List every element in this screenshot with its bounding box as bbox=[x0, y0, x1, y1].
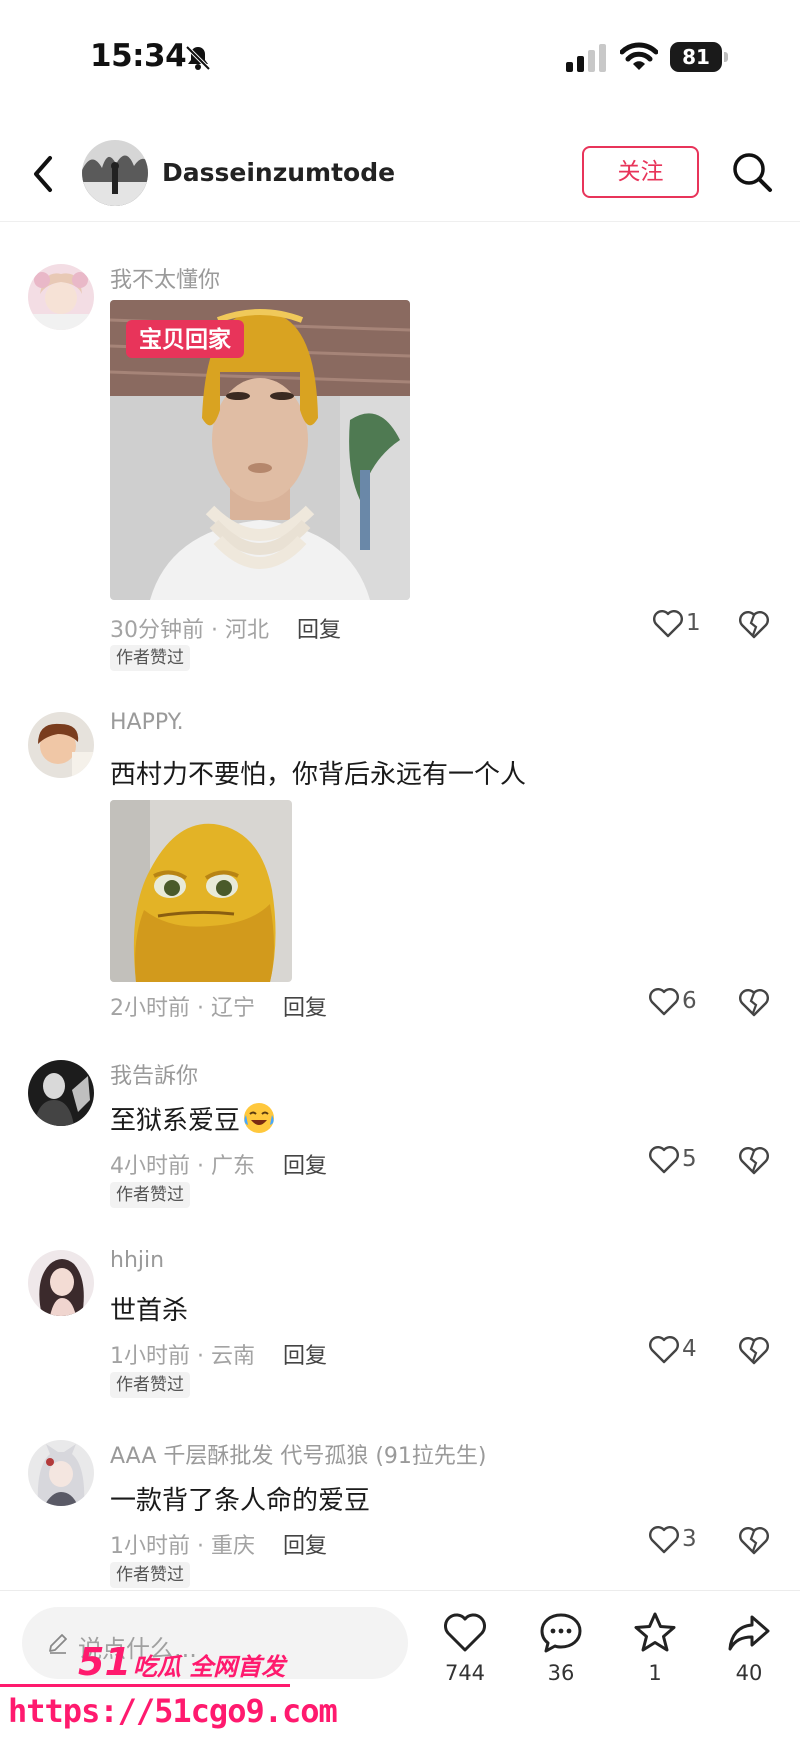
comment-image[interactable]: 宝贝回家 bbox=[110, 300, 410, 600]
like-count: 6 bbox=[682, 988, 697, 1014]
heart-icon bbox=[444, 1613, 486, 1652]
post-header: Dasseinzumtode 关注 bbox=[0, 130, 800, 222]
author-avatar[interactable] bbox=[82, 140, 148, 206]
favorite-button[interactable]: 1 bbox=[620, 1609, 690, 1685]
reply-button[interactable]: 回复 bbox=[297, 618, 341, 643]
like-button[interactable]: 6 bbox=[648, 986, 697, 1020]
back-arrow-icon[interactable] bbox=[28, 152, 58, 196]
heart-icon bbox=[649, 1336, 679, 1364]
bell-slash-icon bbox=[185, 45, 211, 71]
dislike-icon[interactable] bbox=[738, 1144, 770, 1176]
status-time: 15:34 bbox=[90, 38, 187, 74]
comment-meta: 4小时前 · 广东 回复 bbox=[110, 1148, 327, 1180]
watermark-url: https://51cgo9.com bbox=[8, 1692, 338, 1730]
comments-button[interactable]: 36 bbox=[526, 1609, 596, 1685]
comment-time-location: 2小时前 · 辽宁 bbox=[110, 996, 255, 1021]
like-post-button[interactable]: 744 bbox=[430, 1609, 500, 1685]
like-button[interactable]: 4 bbox=[648, 1334, 697, 1368]
comment-text: 世首杀 bbox=[110, 1296, 189, 1326]
comment-meta: 1小时前 · 重庆 回复 bbox=[110, 1528, 327, 1560]
pencil-icon bbox=[49, 1634, 67, 1654]
dislike-icon[interactable] bbox=[738, 608, 770, 640]
watermark-divider bbox=[0, 1684, 290, 1687]
share-button[interactable]: 40 bbox=[714, 1609, 784, 1685]
post-comment-count: 36 bbox=[547, 1661, 575, 1685]
watermark-logo-number: 51 bbox=[78, 1640, 131, 1684]
comment-text-content: 至狱系爱豆 bbox=[110, 1106, 241, 1136]
dislike-icon[interactable] bbox=[738, 1524, 770, 1556]
watermark-logo-text: 吃瓜 全网首发 bbox=[132, 1653, 286, 1681]
star-icon bbox=[634, 1612, 676, 1652]
image-tag-text: 宝贝回家 bbox=[139, 326, 231, 353]
comment-meta: 1小时前 · 云南 回复 bbox=[110, 1338, 327, 1370]
watermark-logo: 51吃瓜 全网首发 bbox=[78, 1640, 285, 1684]
commenter-avatar[interactable] bbox=[28, 712, 94, 778]
dislike-icon[interactable] bbox=[738, 1334, 770, 1366]
comment-time-location: 1小时前 · 云南 bbox=[110, 1344, 255, 1369]
battery-level: 81 bbox=[670, 42, 722, 72]
dislike-icon[interactable] bbox=[738, 986, 770, 1018]
commenter-name[interactable]: 我告訴你 bbox=[110, 1058, 198, 1090]
commenter-avatar[interactable] bbox=[28, 1440, 94, 1506]
heart-icon bbox=[653, 610, 683, 638]
battery-indicator: 81 bbox=[670, 42, 728, 72]
heart-icon bbox=[649, 1146, 679, 1174]
search-icon[interactable] bbox=[730, 150, 774, 194]
like-button[interactable]: 3 bbox=[648, 1524, 697, 1558]
commenter-name[interactable]: AAA 千层酥批发 代号孤狼 (91拉先生) bbox=[110, 1438, 487, 1470]
comment-text: 一款背了条人命的爱豆 bbox=[110, 1486, 371, 1516]
commenter-name[interactable]: 我不太懂你 bbox=[110, 262, 220, 294]
author-liked-badge: 作者赞过 bbox=[110, 1372, 190, 1398]
reply-button[interactable]: 回复 bbox=[283, 1344, 327, 1369]
author-liked-badge: 作者赞过 bbox=[110, 645, 190, 671]
crying-laughing-emoji-icon bbox=[244, 1103, 275, 1133]
post-like-count: 744 bbox=[444, 1661, 486, 1685]
reply-button[interactable]: 回复 bbox=[283, 1534, 327, 1559]
wifi-icon bbox=[620, 42, 658, 70]
signal-icon bbox=[566, 44, 606, 72]
like-count: 3 bbox=[682, 1526, 697, 1552]
reply-button[interactable]: 回复 bbox=[283, 996, 327, 1021]
comment-time-location: 4小时前 · 广东 bbox=[110, 1154, 255, 1179]
comment-bubble-icon bbox=[540, 1613, 582, 1653]
post-favorite-count: 1 bbox=[648, 1661, 662, 1685]
author-liked-badge: 作者赞过 bbox=[110, 1562, 190, 1588]
like-count: 4 bbox=[682, 1336, 697, 1362]
follow-button[interactable]: 关注 bbox=[582, 146, 699, 198]
author-name[interactable]: Dasseinzumtode bbox=[162, 158, 395, 187]
commenter-name[interactable]: HAPPY. bbox=[110, 710, 184, 735]
heart-icon bbox=[649, 988, 679, 1016]
comment-time-location: 1小时前 · 重庆 bbox=[110, 1534, 255, 1559]
commenter-name[interactable]: hhjin bbox=[110, 1248, 164, 1273]
comment-time-location: 30分钟前 · 河北 bbox=[110, 618, 269, 643]
battery-tip bbox=[724, 52, 728, 62]
commenter-avatar[interactable] bbox=[28, 1250, 94, 1316]
heart-icon bbox=[649, 1526, 679, 1554]
commenter-avatar[interactable] bbox=[28, 1060, 94, 1126]
author-liked-badge: 作者赞过 bbox=[110, 1182, 190, 1208]
like-button[interactable]: 5 bbox=[648, 1144, 697, 1178]
comment-text: 至狱系爱豆 bbox=[110, 1100, 276, 1137]
comment-text: 西村力不要怕，你背后永远有一个人 bbox=[110, 760, 527, 790]
commenter-avatar[interactable] bbox=[28, 264, 94, 330]
like-count: 5 bbox=[682, 1146, 697, 1172]
like-button[interactable]: 1 bbox=[652, 608, 701, 642]
like-count: 1 bbox=[686, 610, 701, 636]
share-arrow-icon bbox=[728, 1615, 770, 1651]
comment-meta: 2小时前 · 辽宁 回复 bbox=[110, 990, 327, 1022]
comment-meta: 30分钟前 · 河北 回复 bbox=[110, 612, 341, 644]
comment-image[interactable] bbox=[110, 800, 292, 982]
status-bar: 15:34 81 bbox=[0, 0, 800, 110]
reply-button[interactable]: 回复 bbox=[283, 1154, 327, 1179]
post-share-count: 40 bbox=[735, 1661, 763, 1685]
